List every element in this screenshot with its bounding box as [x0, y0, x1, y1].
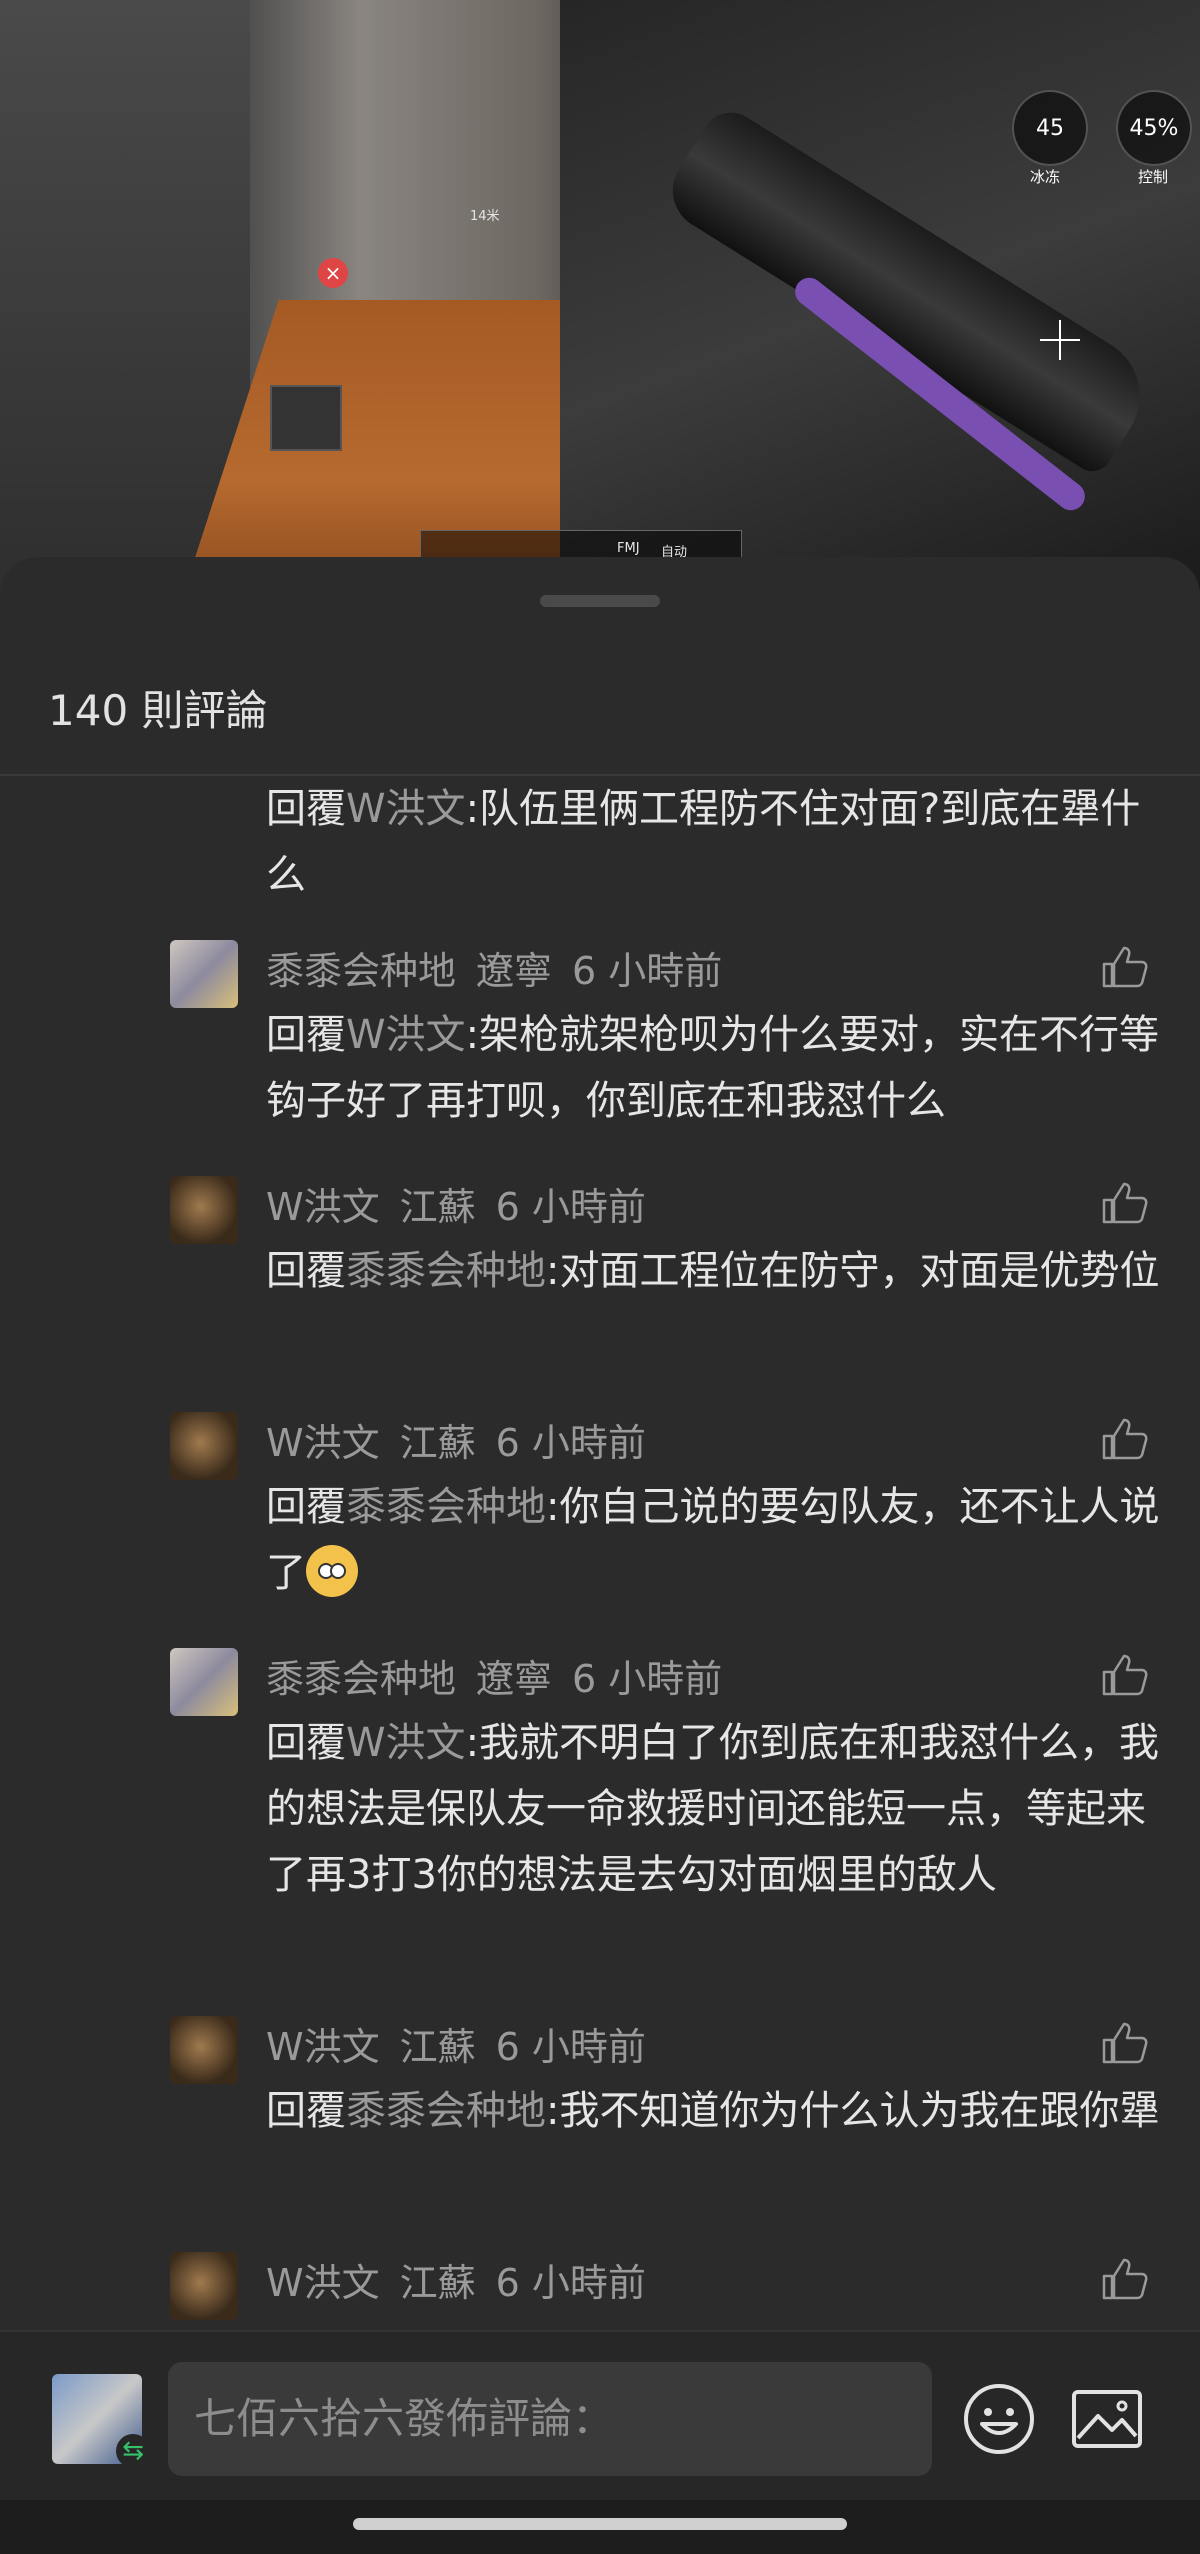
- reply-mention[interactable]: 黍黍会种地: [346, 1484, 546, 1530]
- hud-control-indicator: 45%: [1116, 90, 1192, 166]
- ammo-mode: FMJ: [617, 541, 640, 556]
- hud-control-value: 45%: [1129, 115, 1179, 141]
- reply-prefix: 回覆: [266, 2088, 346, 2134]
- comment-count: 140 則評論: [48, 686, 268, 735]
- crosshair-icon: [1040, 320, 1080, 360]
- comment-time: 6 小時前: [495, 1185, 646, 1229]
- comment-time: 6 小時前: [495, 2261, 646, 2305]
- hud-freeze-indicator: 45: [1012, 90, 1088, 166]
- switch-account-icon[interactable]: ⇆: [116, 2434, 150, 2468]
- reply-prefix: 回覆: [266, 1484, 346, 1530]
- author-location: 江蘇: [399, 2261, 476, 2305]
- avatar[interactable]: [170, 2016, 238, 2084]
- avatar[interactable]: [170, 1176, 238, 1244]
- hud-freeze-value: 45: [1036, 115, 1064, 141]
- comment-text: 回覆黍黍会种地:我不知道你为什么认为我在跟你犟: [266, 2078, 1166, 2144]
- author-location: 江蘇: [399, 1421, 476, 1465]
- reply-prefix: 回覆: [266, 1720, 346, 1766]
- avatar[interactable]: [170, 940, 238, 1008]
- comment-meta: W洪文 江蘇 6 小時前: [266, 1176, 666, 1231]
- like-icon[interactable]: [1100, 2020, 1148, 2064]
- comment-time: 6 小時前: [572, 1657, 723, 1701]
- like-icon[interactable]: [1100, 1180, 1148, 1224]
- emoji-icon[interactable]: [962, 2382, 1036, 2456]
- drag-handle[interactable]: [540, 595, 660, 607]
- eliminated-icon: ×: [318, 258, 348, 288]
- author-location: 遼寧: [476, 949, 553, 993]
- comment-time: 6 小時前: [572, 949, 723, 993]
- hud-control-label: 控制: [1138, 168, 1169, 186]
- author-name[interactable]: 黍黍会种地: [266, 949, 456, 993]
- reply-mention[interactable]: W洪文: [346, 1012, 466, 1058]
- comment-meta: W洪文 江蘇 6 小時前: [266, 2016, 666, 2071]
- image-icon[interactable]: [1070, 2382, 1144, 2456]
- comment-body: :对面工程位在防守，对面是优势位: [546, 1248, 1160, 1294]
- comment-text: 回覆黍黍会种地:对面工程位在防守，对面是优势位: [266, 1238, 1166, 1304]
- comment-input-bar: ⇆ 七佰六拾六發佈評論：: [0, 2330, 1200, 2502]
- like-icon[interactable]: [1100, 944, 1148, 988]
- author-name[interactable]: 黍黍会种地: [266, 1657, 456, 1701]
- author-location: 遼寧: [476, 1657, 553, 1701]
- author-name[interactable]: W洪文: [266, 2025, 380, 2069]
- comment-time: 6 小時前: [495, 1421, 646, 1465]
- comment-meta: W洪文 江蘇 6 小時前: [266, 2252, 666, 2307]
- author-name[interactable]: W洪文: [266, 1185, 380, 1229]
- reply-prefix: 回覆: [266, 786, 346, 832]
- home-indicator[interactable]: [353, 2518, 847, 2530]
- enemy-portrait: [270, 385, 342, 451]
- worried-face-emoji-icon: [306, 1545, 358, 1597]
- avatar[interactable]: [170, 1412, 238, 1480]
- comment-text: 回覆W洪文:架枪就架枪呗为什么要对，实在不行等钩子好了再打呗，你到底在和我怼什么: [266, 1002, 1166, 1134]
- hud-freeze-label: 冰冻: [1030, 168, 1061, 186]
- avatar[interactable]: [170, 2252, 238, 2320]
- reply-mention[interactable]: 黍黍会种地: [346, 2088, 546, 2134]
- reply-mention[interactable]: W洪文: [346, 786, 466, 832]
- comment-meta: 黍黍会种地 遼寧 6 小時前: [266, 940, 742, 995]
- comment-text: 回覆W洪文:我就不明白了你到底在和我怼什么，我的想法是保队友一命救援时间还能短一…: [266, 1710, 1166, 1908]
- author-name[interactable]: W洪文: [266, 1421, 380, 1465]
- comment-text: 回覆黍黍会种地:你自己说的要勾队友，还不让人说了: [266, 1474, 1166, 1606]
- reply-prefix: 回覆: [266, 1248, 346, 1294]
- video-player[interactable]: 45 冰冻 45% 控制 14米 × FMJ 自动: [0, 0, 1200, 600]
- hud-distance: 14米: [470, 209, 500, 224]
- author-location: 江蘇: [399, 1185, 476, 1229]
- like-icon[interactable]: [1100, 2256, 1148, 2300]
- like-icon[interactable]: [1100, 1416, 1148, 1460]
- reply-mention[interactable]: W洪文: [346, 1720, 466, 1766]
- comment-body: :我不知道你为什么认为我在跟你犟: [546, 2088, 1160, 2134]
- like-icon[interactable]: [1100, 1652, 1148, 1696]
- comment-time: 6 小時前: [495, 2025, 646, 2069]
- comment-sheet: 140 則評論 回覆W洪文:队伍里俩工程防不住对面?到底在犟什么 黍黍会种地 遼寧…: [0, 557, 1200, 2554]
- reply-prefix: 回覆: [266, 1012, 346, 1058]
- author-location: 江蘇: [399, 2025, 476, 2069]
- comment-meta: W洪文 江蘇 6 小時前: [266, 1412, 666, 1467]
- author-name[interactable]: W洪文: [266, 2261, 380, 2305]
- comment-input[interactable]: 七佰六拾六發佈評論：: [168, 2362, 932, 2476]
- comment-meta: 黍黍会种地 遼寧 6 小時前: [266, 1648, 742, 1703]
- reply-mention[interactable]: 黍黍会种地: [346, 1248, 546, 1294]
- comment-text: 回覆W洪文:队伍里俩工程防不住对面?到底在犟什么: [266, 776, 1166, 908]
- comment-list[interactable]: 回覆W洪文:队伍里俩工程防不住对面?到底在犟什么 黍黍会种地 遼寧 6 小時前 回覆…: [0, 776, 1200, 2326]
- avatar[interactable]: [170, 1648, 238, 1716]
